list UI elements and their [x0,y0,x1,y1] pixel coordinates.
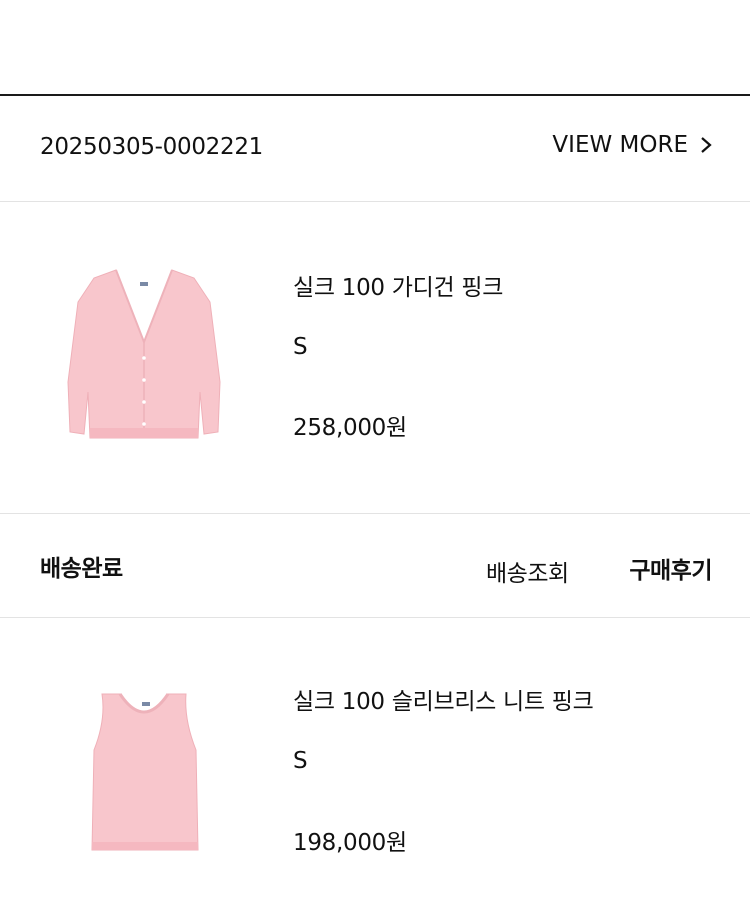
order-number: 20250305-0002221 [40,134,263,160]
view-more-label: VIEW MORE [552,132,688,158]
cardigan-image [67,269,221,439]
chevron-right-icon [701,137,712,153]
product-price: 258,000원 [293,415,407,441]
order-header: 20250305-0002221 VIEW MORE [0,96,750,201]
product-size: S [293,748,308,774]
shipping-status: 배송완료 [40,556,123,582]
product-size: S [293,334,308,360]
track-shipment-button[interactable]: 배송조회 [486,554,569,588]
shipping-row: 배송완료 배송조회 구매후기 [0,514,750,616]
order-item[interactable]: 실크 100 가디건 핑크 S 258,000원 [0,202,750,514]
sleeveless-knit-image [91,693,199,851]
write-review-button[interactable]: 구매후기 [629,551,712,585]
product-name[interactable]: 실크 100 가디건 핑크 [293,268,503,302]
product-price: 198,000원 [293,830,407,856]
view-more-link[interactable]: VIEW MORE [552,132,712,158]
order-item[interactable]: 실크 100 슬리브리스 니트 핑크 S 198,000원 [0,618,750,919]
product-name[interactable]: 실크 100 슬리브리스 니트 핑크 [293,682,594,716]
